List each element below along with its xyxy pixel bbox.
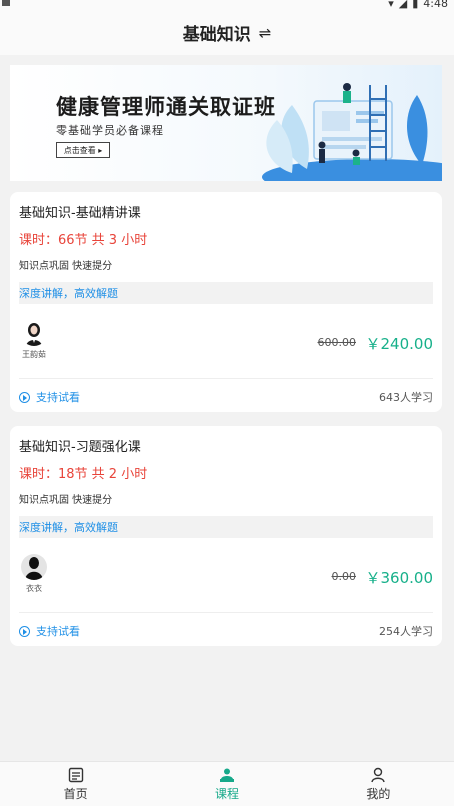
- top-bar: 基础知识 ⇌: [0, 10, 454, 55]
- profile-icon: [369, 766, 387, 784]
- status-bar: ▾ ◢ ▮ 4:48: [0, 0, 454, 10]
- banner-illustration: [262, 83, 442, 181]
- course-title: 基础知识-基础精讲课: [19, 206, 141, 221]
- course-feature: 深度讲解，高效解题: [19, 516, 433, 538]
- course-hours: 课时：66节 共 3 小时: [19, 233, 148, 248]
- trial-label: 支持试看: [36, 391, 80, 404]
- bottom-tab-bar: 首页 课程 我的: [0, 761, 454, 806]
- learner-count: 643人学习: [379, 391, 433, 404]
- course-hours: 课时：18节 共 2 小时: [19, 467, 148, 482]
- promo-banner[interactable]: 健康管理师通关取证班 零基础学员必备课程 点击查看 ▸: [10, 65, 442, 181]
- tab-label: 首页: [63, 787, 88, 801]
- tab-profile[interactable]: 我的: [303, 762, 454, 806]
- course-card[interactable]: 基础知识-基础精讲课 课时：66节 共 3 小时 知识点巩固 快速提分 深度讲解…: [10, 192, 442, 412]
- course-icon: [218, 766, 236, 784]
- original-price: 0.00: [331, 570, 357, 583]
- play-circle-icon: [19, 391, 30, 403]
- status-icons: ▾ ◢ ▮ 4:48: [388, 0, 448, 10]
- tab-courses[interactable]: 课程: [151, 762, 302, 806]
- banner-subtitle: 零基础学员必备课程: [56, 124, 164, 137]
- page-title[interactable]: 基础知识: [183, 20, 251, 45]
- banner-view-button[interactable]: 点击查看 ▸: [56, 142, 110, 158]
- course-tags: 知识点巩固 快速提分: [19, 495, 113, 506]
- home-icon: [67, 766, 85, 784]
- avatar: [21, 320, 47, 346]
- trial-label: 支持试看: [36, 625, 80, 638]
- avatar: [21, 554, 47, 580]
- tab-label: 课程: [214, 787, 239, 801]
- clock: 4:48: [423, 0, 448, 10]
- teacher-name: 衣衣: [26, 584, 42, 593]
- teacher-name: 王韵茹: [22, 350, 46, 359]
- trial-link[interactable]: 支持试看: [19, 623, 80, 639]
- course-tags: 知识点巩固 快速提分: [19, 261, 113, 272]
- tab-label: 我的: [366, 787, 391, 801]
- divider: [19, 612, 433, 613]
- original-price: 600.00: [317, 336, 357, 349]
- learner-count: 254人学习: [379, 625, 433, 638]
- teacher[interactable]: 王韵茹: [19, 320, 49, 360]
- course-title: 基础知识-习题强化课: [19, 440, 141, 455]
- course-feature: 深度讲解，高效解题: [19, 282, 433, 304]
- current-price: ￥360.00: [365, 569, 434, 587]
- tab-home[interactable]: 首页: [0, 762, 151, 806]
- notification-icon: [2, 0, 10, 6]
- course-card[interactable]: 基础知识-习题强化课 课时：18节 共 2 小时 知识点巩固 快速提分 深度讲解…: [10, 426, 442, 646]
- wifi-icon: ▾: [388, 0, 394, 10]
- trial-link[interactable]: 支持试看: [19, 389, 80, 405]
- divider: [19, 378, 433, 379]
- play-circle-icon: [19, 625, 30, 637]
- switch-icon[interactable]: ⇌: [259, 24, 272, 42]
- banner-title: 健康管理师通关取证班: [56, 95, 276, 119]
- battery-icon: ▮: [412, 0, 419, 10]
- current-price: ￥240.00: [365, 335, 434, 353]
- teacher[interactable]: 衣衣: [19, 554, 49, 594]
- signal-icon: ◢: [398, 0, 408, 10]
